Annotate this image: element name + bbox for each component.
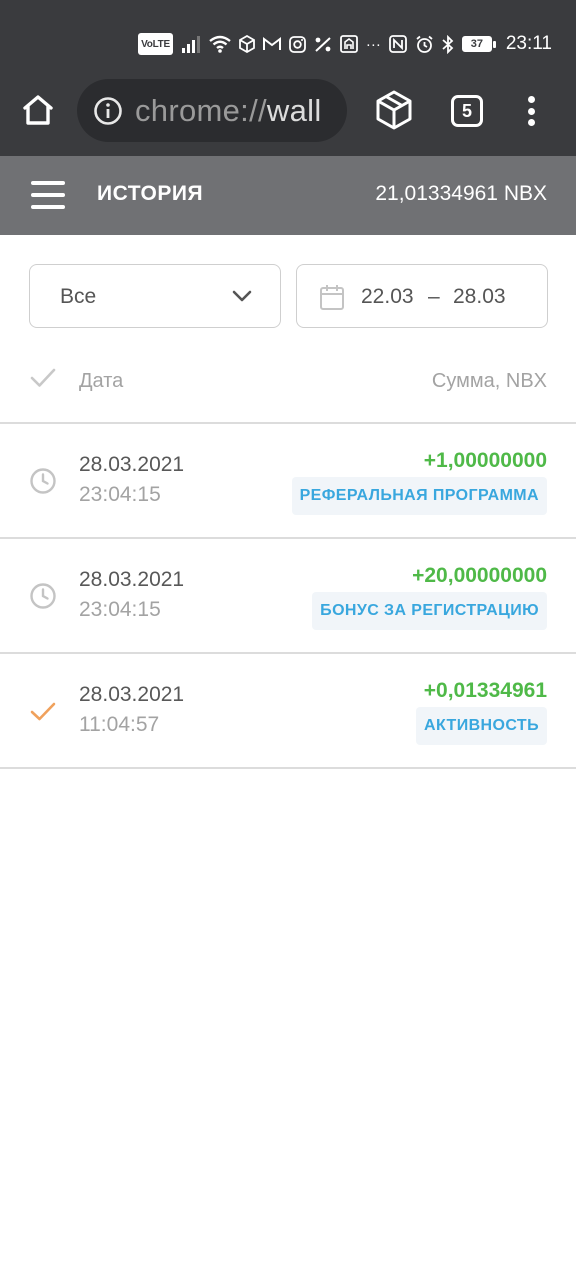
battery-level: 37: [461, 36, 492, 52]
transaction-type-tag: АКТИВНОСТЬ: [416, 707, 547, 745]
transaction-date: 28.03.2021: [79, 453, 185, 476]
transaction-amount: +1,00000000: [423, 449, 547, 472]
bluetooth-icon: [442, 33, 454, 55]
home-icon: [23, 95, 53, 125]
calendar-icon: [320, 285, 344, 310]
transaction-row[interactable]: 28.03.2021 23:04:15 +1,00000000 РЕФЕРАЛЬ…: [0, 424, 576, 539]
transaction-row[interactable]: 28.03.2021 11:04:57 +0,01334961 АКТИВНОС…: [0, 654, 576, 769]
clock-time: 23:11: [505, 33, 552, 54]
extension-button[interactable]: [374, 90, 414, 130]
data-saver-icon: [314, 33, 332, 55]
status-icons: VoLTE ··· 37 23:11: [138, 30, 552, 58]
balance-display: 21,01334961 NBX: [375, 182, 547, 205]
transaction-time: 23:04:15: [79, 483, 161, 506]
app-notification-icon: [339, 33, 358, 55]
browser-menu-button[interactable]: [518, 93, 544, 129]
transaction-time: 23:04:15: [79, 598, 161, 621]
table-header: Дата Сумма, NBX: [0, 345, 576, 424]
transaction-amount: +20,00000000: [412, 564, 547, 587]
transaction-date: 28.03.2021: [79, 683, 185, 706]
column-header-date: Дата: [79, 370, 124, 392]
info-icon[interactable]: [93, 96, 123, 126]
gmail-icon: [262, 33, 281, 55]
url-scheme: chrome://: [135, 93, 267, 128]
chevron-down-icon: [232, 290, 252, 302]
url-host: wall: [266, 93, 322, 128]
type-filter-select[interactable]: Все: [29, 264, 281, 328]
home-button[interactable]: [18, 90, 58, 130]
hamburger-menu-icon[interactable]: [31, 181, 65, 209]
type-filter-value: Все: [60, 285, 97, 308]
date-separator: –: [428, 285, 440, 308]
volte-icon: VoLTE: [138, 33, 173, 55]
transaction-amount: +0,01334961: [423, 679, 547, 702]
alarm-icon: [415, 33, 434, 55]
instagram-icon: [288, 33, 306, 55]
signal-icon: [181, 33, 201, 55]
more-vert-icon: [527, 96, 535, 103]
browser-toolbar: chrome://wall 5: [0, 76, 576, 156]
cube-app-icon: [238, 33, 255, 55]
transaction-type-tag: БОНУС ЗА РЕГИСТРАЦИЮ: [312, 592, 547, 630]
date-from: 22.03: [361, 285, 414, 308]
address-bar[interactable]: chrome://wall: [77, 79, 347, 142]
status-bar: VoLTE ··· 37 23:11: [0, 0, 576, 76]
app-header: ИСТОРИЯ 21,01334961 NBX: [0, 156, 576, 235]
battery-icon: 37: [461, 36, 496, 52]
page-title: ИСТОРИЯ: [97, 182, 204, 205]
clock-icon: [30, 583, 56, 609]
cube-icon: [376, 90, 412, 130]
wifi-icon: [209, 33, 231, 55]
clock-icon: [30, 468, 56, 494]
date-to: 28.03: [453, 285, 506, 308]
column-header-sum: Сумма, NBX: [431, 370, 547, 392]
check-icon: [30, 702, 56, 721]
tab-switcher-button[interactable]: 5: [451, 95, 483, 127]
url-text[interactable]: chrome://wall: [135, 93, 322, 129]
transaction-row[interactable]: 28.03.2021 23:04:15 +20,00000000 БОНУС З…: [0, 539, 576, 654]
more-notifications-icon: ···: [365, 35, 381, 53]
check-icon: [30, 368, 56, 387]
transaction-type-tag: РЕФЕРАЛЬНАЯ ПРОГРАММА: [291, 477, 547, 515]
transaction-date: 28.03.2021: [79, 568, 185, 591]
date-range-picker[interactable]: 22.03 – 28.03: [296, 264, 548, 328]
nfc-icon: [388, 33, 407, 55]
transaction-time: 11:04:57: [79, 713, 160, 736]
